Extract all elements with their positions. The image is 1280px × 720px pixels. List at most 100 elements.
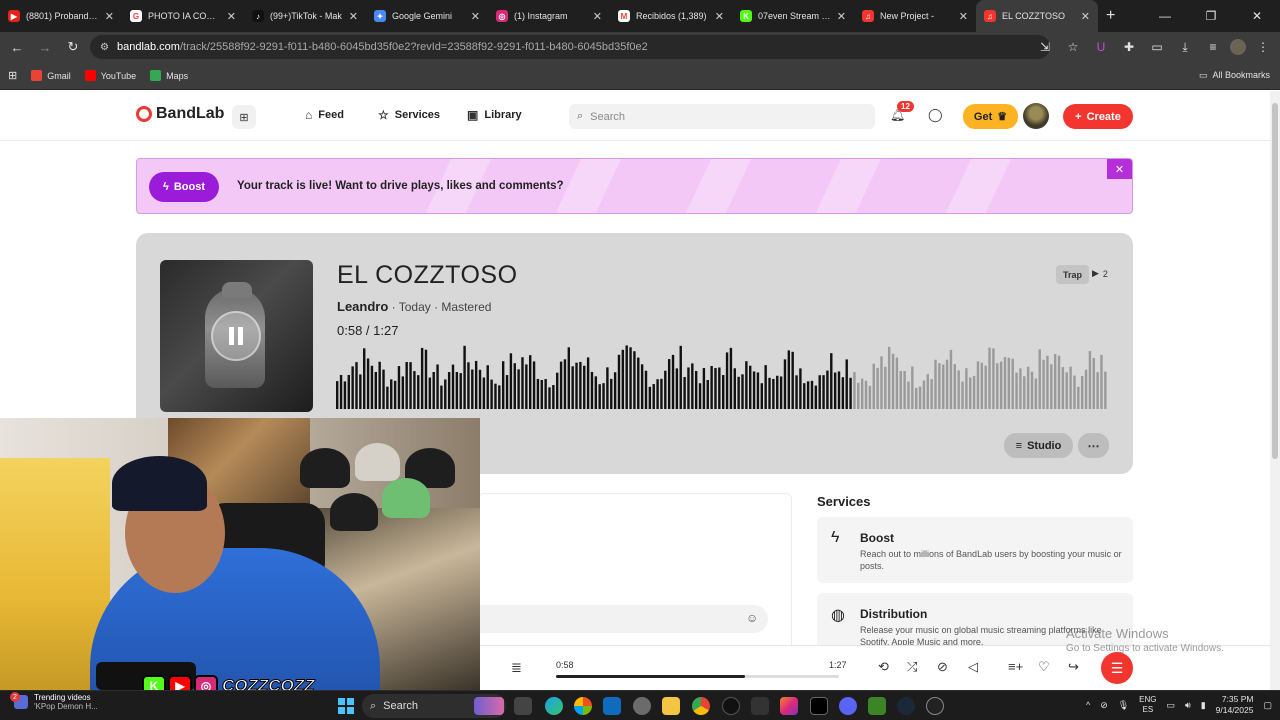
browser-tab[interactable]: ✦ Google Gemini ✕ <box>366 0 488 32</box>
all-bookmarks[interactable]: ▭ All Bookmarks <box>1199 70 1270 81</box>
forward-icon[interactable]: → <box>31 33 59 61</box>
apps-grid-icon[interactable]: ⊞ <box>8 69 17 82</box>
extension-u-icon[interactable]: U <box>1090 36 1112 58</box>
waveform[interactable] <box>336 341 1108 409</box>
close-tab-icon[interactable]: ✕ <box>837 10 846 23</box>
clock[interactable]: 7:35 PM 9/14/2025 <box>1216 694 1254 716</box>
speaker-icon[interactable]: 🔊︎ <box>1185 700 1191 711</box>
share-icon[interactable]: ↪ <box>1068 659 1079 675</box>
close-tab-icon[interactable]: ✕ <box>593 10 602 23</box>
seek-bar[interactable] <box>556 675 839 678</box>
add-to-playlist-icon[interactable]: ≡+ <box>1008 659 1023 674</box>
user-avatar[interactable] <box>1023 103 1049 129</box>
task-view-icon[interactable] <box>514 697 532 715</box>
close-tab-icon[interactable]: ✕ <box>105 10 114 23</box>
reload-icon[interactable]: ↻ <box>59 33 87 61</box>
browser-menu-icon[interactable]: ⋮ <box>1252 36 1274 58</box>
emoji-icon[interactable]: ☺ <box>746 611 758 625</box>
display-icon[interactable]: ▭ <box>1167 700 1176 711</box>
open-in-studio-button[interactable]: ≡ Studio <box>1004 433 1073 458</box>
minecraft-icon[interactable] <box>868 697 886 715</box>
snipping-tool-icon[interactable] <box>751 697 769 715</box>
bookmark-gmail[interactable]: Gmail <box>31 70 71 81</box>
microphone-icon[interactable]: 🎙︎ <box>1118 700 1129 711</box>
url-field[interactable]: ⚙ bandlab.com/track/25588f92-9291-f011-b… <box>90 35 1050 59</box>
browser-tab[interactable]: ♫ EL COZZTOSO ✕ <box>976 0 1098 32</box>
search-input[interactable] <box>590 110 851 123</box>
nav-feed[interactable]: ⌂ Feed <box>305 108 344 122</box>
close-tab-icon[interactable]: ✕ <box>715 10 724 23</box>
browser-tab[interactable]: ▶ (8801) Probando c ✕ <box>0 0 122 32</box>
minimize-icon[interactable]: — <box>1142 0 1188 32</box>
file-explorer-icon[interactable] <box>662 697 680 715</box>
close-tab-icon[interactable]: ✕ <box>349 10 358 23</box>
apps-menu-button[interactable]: ⊞ <box>232 105 256 129</box>
close-tab-icon[interactable]: ✕ <box>1081 10 1090 23</box>
nav-services[interactable]: ☆ Services <box>378 108 440 122</box>
like-heart-icon[interactable]: ♡ <box>1038 659 1050 675</box>
edge-icon[interactable] <box>545 697 563 715</box>
site-info-icon[interactable]: ⚙ <box>100 42 109 53</box>
bookmark-maps[interactable]: Maps <box>150 70 188 81</box>
close-tab-icon[interactable]: ✕ <box>471 10 480 23</box>
cast-icon[interactable]: ▭ <box>1146 36 1168 58</box>
boost-button[interactable]: ϟ Boost <box>149 172 219 202</box>
scrollbar-thumb[interactable] <box>1272 103 1278 459</box>
opera-icon[interactable] <box>722 697 740 715</box>
steam-icon[interactable] <box>897 697 915 715</box>
messages-icon[interactable]: ◯ <box>928 107 943 123</box>
tray-overflow-icon[interactable]: ^ <box>1086 700 1090 710</box>
settings-icon[interactable] <box>633 697 651 715</box>
autoplay-icon[interactable]: ⊘ <box>937 659 948 675</box>
player-menu-button[interactable]: ☰ <box>1101 652 1133 684</box>
network-off-icon[interactable]: ⊘ <box>1100 700 1108 711</box>
browser-tab[interactable]: ♪ (99+)TikTok - Mak ✕ <box>244 0 366 32</box>
create-button[interactable]: + Create <box>1063 104 1133 129</box>
close-banner-icon[interactable]: ✕ <box>1107 159 1132 179</box>
start-button[interactable] <box>338 698 354 714</box>
extensions-icon[interactable]: ✚ <box>1118 36 1140 58</box>
copilot-icon[interactable] <box>574 697 592 715</box>
pause-button[interactable] <box>211 311 261 361</box>
wall-hat <box>382 478 430 518</box>
new-tab-button[interactable]: + <box>1106 7 1115 25</box>
service-boost[interactable]: ϟ Boost Reach out to millions of BandLab… <box>817 517 1133 583</box>
get-membership-button[interactable]: Get ♛ <box>963 104 1018 129</box>
artist-link[interactable]: Leandro <box>337 299 388 314</box>
download-icon[interactable]: ⤓ <box>1174 36 1196 58</box>
language-indicator[interactable]: ENG ES <box>1139 695 1156 715</box>
browser-tab[interactable]: ♫ New Project - ✕ <box>854 0 976 32</box>
discord-icon[interactable] <box>839 697 857 715</box>
volume-icon[interactable]: ◁ <box>968 659 978 675</box>
widgets-button[interactable]: 2 Trending videos 'KPop Demon H... <box>10 692 98 711</box>
repeat-icon[interactable]: ⟲ <box>878 659 889 675</box>
media-control-icon[interactable]: ≡ <box>1202 36 1224 58</box>
restore-icon[interactable]: ❐ <box>1188 0 1234 32</box>
close-window-icon[interactable]: ✕ <box>1234 0 1280 32</box>
capcut-icon[interactable] <box>810 697 828 715</box>
store-icon[interactable] <box>603 697 621 715</box>
queue-icon[interactable]: ≣ <box>511 660 522 676</box>
comment-input[interactable] <box>478 605 768 633</box>
close-tab-icon[interactable]: ✕ <box>959 10 968 23</box>
battery-icon[interactable]: ▮ <box>1201 700 1206 711</box>
browser-tab[interactable]: ◎ (1) Instagram ✕ <box>488 0 610 32</box>
browser-tab[interactable]: G PHOTO IA CON AI ✕ <box>122 0 244 32</box>
media-app-icon[interactable] <box>926 697 944 715</box>
close-tab-icon[interactable]: ✕ <box>227 10 236 23</box>
install-app-icon[interactable]: ⇲ <box>1034 36 1056 58</box>
instagram-app-icon[interactable] <box>780 697 798 715</box>
bookmark-youtube[interactable]: YouTube <box>84 70 136 81</box>
chrome-icon[interactable] <box>692 697 710 715</box>
notification-center-icon[interactable]: ▢ <box>1263 700 1272 711</box>
nav-library[interactable]: ▣ Library <box>467 108 522 122</box>
browser-tab[interactable]: K 07even Stream - V ✕ <box>732 0 854 32</box>
back-icon[interactable]: ← <box>3 33 31 61</box>
bookmark-star-icon[interactable]: ☆ <box>1062 36 1084 58</box>
genre-tag[interactable]: Trap <box>1056 265 1090 284</box>
profile-avatar-icon[interactable] <box>1230 39 1246 55</box>
more-options-button[interactable]: ⋯ <box>1078 433 1109 458</box>
bandlab-logo[interactable]: BandLab <box>136 105 224 123</box>
shuffle-icon[interactable]: ⤮ <box>907 659 917 675</box>
browser-tab[interactable]: M Recibidos (1,389) ✕ <box>610 0 732 32</box>
